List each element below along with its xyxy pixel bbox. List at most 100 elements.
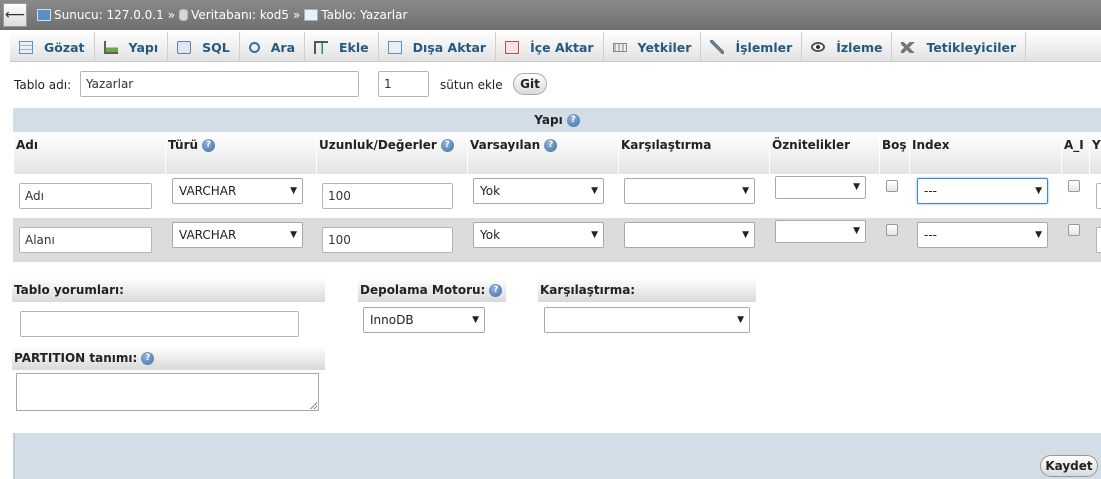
tab-import-label: İçe Aktar xyxy=(530,39,594,55)
tab-triggers[interactable]: Tetikleyiciler xyxy=(892,32,1027,62)
partition-header: PARTITION tanımı:? xyxy=(12,346,325,370)
column-header-collation: Karşılaştırma xyxy=(618,132,769,174)
null-checkbox[interactable] xyxy=(886,180,898,192)
column-type-select[interactable]: VARCHAR ▼ xyxy=(172,222,303,248)
partition-textarea[interactable] xyxy=(16,373,319,411)
chevron-down-icon: ▼ xyxy=(1035,230,1042,240)
breadcrumb-table[interactable]: Tablo: Yazarlar xyxy=(304,8,407,22)
column-header-default-label: Varsayılan xyxy=(470,138,541,152)
null-checkbox[interactable] xyxy=(886,224,898,236)
tab-search[interactable]: Ara xyxy=(240,32,306,62)
tab-sql-label: SQL xyxy=(202,39,230,55)
column-default-select[interactable]: Yok ▼ xyxy=(473,178,604,204)
add-column-count-input[interactable]: 1 xyxy=(378,71,429,97)
import-icon xyxy=(505,40,520,54)
sql-icon xyxy=(177,40,192,54)
tab-structure[interactable]: Yapı xyxy=(95,32,169,62)
column-header-comments: Y xyxy=(1089,132,1101,174)
storage-engine-value: InnoDB xyxy=(370,313,414,327)
storage-engine-select[interactable]: InnoDB ▼ xyxy=(363,307,485,333)
tab-export[interactable]: Dışa Aktar xyxy=(379,32,497,62)
breadcrumb-table-label[interactable]: Tablo: Yazarlar xyxy=(321,8,407,22)
tab-bar: Gözat Yapı SQL Ara Ekle Dışa Aktar İçe A… xyxy=(10,32,1101,62)
privileges-icon xyxy=(612,42,627,52)
help-icon[interactable]: ? xyxy=(544,139,558,152)
auto-increment-checkbox[interactable] xyxy=(1068,180,1080,192)
chevron-down-icon: ▼ xyxy=(853,182,860,192)
chevron-down-icon: ▼ xyxy=(290,230,297,240)
breadcrumb-server-label[interactable]: Sunucu: 127.0.0.1 xyxy=(54,8,164,22)
database-icon xyxy=(179,9,189,21)
add-column-label: sütun ekle xyxy=(440,78,503,92)
tab-search-label: Ara xyxy=(270,39,296,55)
breadcrumb: Sunucu: 127.0.0.1 » Veritabanı: kod5 » T… xyxy=(37,0,407,30)
auto-increment-checkbox[interactable] xyxy=(1068,224,1080,236)
help-icon[interactable]: ? xyxy=(202,139,216,152)
help-icon[interactable]: ? xyxy=(489,284,503,297)
breadcrumb-server[interactable]: Sunucu: 127.0.0.1 xyxy=(37,8,164,22)
table-comments-header: Tablo yorumları: xyxy=(12,278,325,302)
insert-icon xyxy=(314,40,329,54)
tracking-icon xyxy=(811,42,826,52)
column-name-input[interactable]: Alanı xyxy=(19,227,152,253)
tab-tracking[interactable]: İzleme xyxy=(802,32,893,62)
column-header-ai: A_I xyxy=(1061,132,1089,174)
help-icon[interactable]: ? xyxy=(440,139,454,152)
table-collation-select[interactable]: ▼ xyxy=(544,307,750,333)
column-collation-select[interactable]: ▼ xyxy=(624,222,755,248)
structure-title: Yapı xyxy=(534,113,563,127)
column-length-input[interactable]: 100 xyxy=(322,183,453,209)
save-button[interactable]: Kaydet xyxy=(1040,455,1098,477)
column-attributes-select[interactable]: ▼ xyxy=(775,220,866,243)
storage-engine-header: Depolama Motoru:? xyxy=(358,278,506,302)
export-icon xyxy=(387,40,402,54)
chevron-down-icon: ▼ xyxy=(742,230,749,240)
tab-sql[interactable]: SQL xyxy=(168,32,240,62)
column-attributes-select[interactable]: ▼ xyxy=(775,176,866,199)
column-header-attributes: Öznitelikler xyxy=(769,132,879,174)
chevron-down-icon: ▼ xyxy=(737,315,744,325)
table-name-label: Tablo adı: xyxy=(14,78,72,92)
table-row: Alanı VARCHAR ▼ 100 Yok ▼ ▼ ▼ --- ▼ xyxy=(13,218,1101,262)
tab-export-label: Dışa Aktar xyxy=(412,39,487,55)
storage-engine-label: Depolama Motoru: xyxy=(360,283,486,297)
column-index-select[interactable]: --- ▼ xyxy=(917,178,1048,204)
column-header-row: Adı Türü? Uzunluk/Değerler? Varsayılan? … xyxy=(13,132,1101,174)
structure-header: Yapı? xyxy=(13,108,1101,132)
column-length-input[interactable]: 100 xyxy=(322,227,453,253)
column-collation-select[interactable]: ▼ xyxy=(624,178,755,204)
go-button[interactable]: Git xyxy=(513,73,547,95)
search-icon xyxy=(248,41,260,53)
footer-band xyxy=(13,433,1101,479)
back-button[interactable]: ⟵ xyxy=(3,3,27,27)
tab-privileges[interactable]: Yetkiler xyxy=(604,32,702,62)
column-header-null: Boş xyxy=(879,132,909,174)
tab-operations[interactable]: İşlemler xyxy=(701,32,803,62)
chevron-down-icon: ▼ xyxy=(290,186,297,196)
help-icon[interactable]: ? xyxy=(566,114,580,127)
breadcrumb-separator: » xyxy=(167,8,176,22)
column-comment-input[interactable] xyxy=(1096,183,1101,209)
breadcrumb-database-label[interactable]: Veritabanı: kod5 xyxy=(191,8,289,22)
column-default-select[interactable]: Yok ▼ xyxy=(473,222,604,248)
column-comment-input[interactable] xyxy=(1096,227,1101,253)
column-header-type-label: Türü xyxy=(168,138,199,152)
tab-privileges-label: Yetkiler xyxy=(637,39,692,55)
tab-browse[interactable]: Gözat xyxy=(10,32,95,62)
table-name-input[interactable]: Yazarlar xyxy=(80,71,359,97)
resize-grip-icon[interactable] xyxy=(310,402,317,409)
help-icon[interactable]: ? xyxy=(141,352,155,365)
column-header-name: Adı xyxy=(13,132,165,174)
tab-import[interactable]: İçe Aktar xyxy=(496,32,604,62)
chevron-down-icon: ▼ xyxy=(853,226,860,236)
column-index-select[interactable]: --- ▼ xyxy=(917,222,1048,248)
table-comments-input[interactable] xyxy=(20,311,299,337)
chevron-down-icon: ▼ xyxy=(1035,186,1042,196)
column-name-input[interactable]: Adı xyxy=(19,183,152,209)
tab-insert[interactable]: Ekle xyxy=(305,32,379,62)
column-default-value: Yok xyxy=(480,184,501,198)
column-type-select[interactable]: VARCHAR ▼ xyxy=(172,178,303,204)
partition-label: PARTITION tanımı: xyxy=(14,351,138,365)
breadcrumb-database[interactable]: Veritabanı: kod5 xyxy=(179,8,289,22)
tab-operations-label: İşlemler xyxy=(735,39,793,55)
